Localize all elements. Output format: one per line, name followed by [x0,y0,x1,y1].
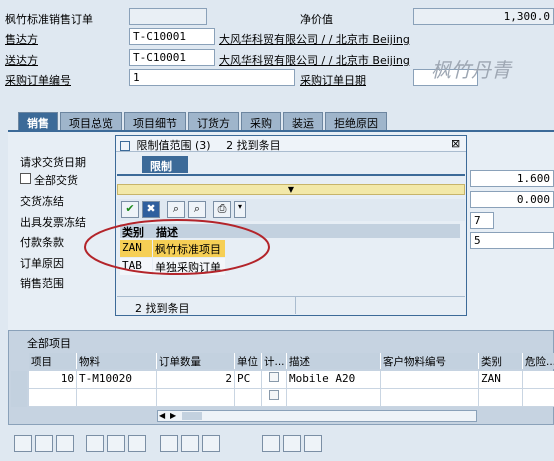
cell-customer-material[interactable] [381,371,479,389]
cell-category[interactable]: ZAN [479,371,523,389]
column-header-item[interactable]: 项目 [29,353,77,369]
calc-checkbox[interactable] [269,372,279,382]
column-header-description[interactable]: 描述 [287,353,381,369]
cell-material[interactable]: T-M10020 [77,371,157,389]
pricing-icon[interactable] [160,435,178,452]
scroll-left-icon[interactable]: ◀ [159,411,165,420]
annotation-ellipse [84,219,270,275]
table-title: 全部项目 [27,337,71,350]
column-header-hazard[interactable]: 危险... [523,353,554,369]
empty-cell[interactable] [381,389,479,407]
empty-cell[interactable] [77,389,157,407]
delete-row-icon[interactable] [56,435,74,452]
cell-hazard[interactable] [523,371,554,389]
calc-checkbox[interactable] [269,390,279,400]
empty-cell[interactable] [287,389,381,407]
empty-cell[interactable] [523,389,554,407]
cell-description[interactable]: Mobile A20 [287,371,381,389]
column-header-material[interactable]: 物料 [77,353,157,369]
scroll-thumb[interactable] [182,412,202,420]
column-header-category[interactable]: 类别 [479,353,523,369]
cell-item[interactable]: 10 [29,371,77,389]
config-icon[interactable] [262,435,280,452]
bottom-toolbar [0,425,554,461]
empty-cell[interactable] [29,389,77,407]
column-header-quantity[interactable]: 订单数量 [157,353,235,369]
empty-cell[interactable] [157,389,235,407]
deselect-all-icon[interactable] [107,435,125,452]
all-items-table: 全部项目 项目 物料 订单数量 单位 计... 描述 客户物料编号 类别 危险.… [8,330,554,425]
item-detail-icon[interactable] [14,435,32,452]
insert-row-icon[interactable] [35,435,53,452]
scroll-right-icon[interactable]: ▶ [170,411,176,420]
partners-icon[interactable] [283,435,301,452]
column-header-unit[interactable]: 单位 [235,353,262,369]
empty-cell[interactable] [479,389,523,407]
select-all-icon[interactable] [86,435,104,452]
horizontal-scrollbar[interactable]: ◀ ▶ [157,410,477,422]
row-selector-column[interactable] [11,371,27,407]
empty-cell[interactable] [262,389,287,407]
availability-icon[interactable] [181,435,199,452]
select-block-icon[interactable] [128,435,146,452]
cell-calc[interactable] [262,371,287,389]
cell-unit[interactable]: PC [235,371,262,389]
empty-cell[interactable] [235,389,262,407]
column-header-customer-material[interactable]: 客户物料编号 [381,353,479,369]
schedule-icon[interactable] [202,435,220,452]
column-header-calc[interactable]: 计... [262,353,287,369]
cell-quantity[interactable]: 2 [157,371,235,389]
texts-icon[interactable] [304,435,322,452]
